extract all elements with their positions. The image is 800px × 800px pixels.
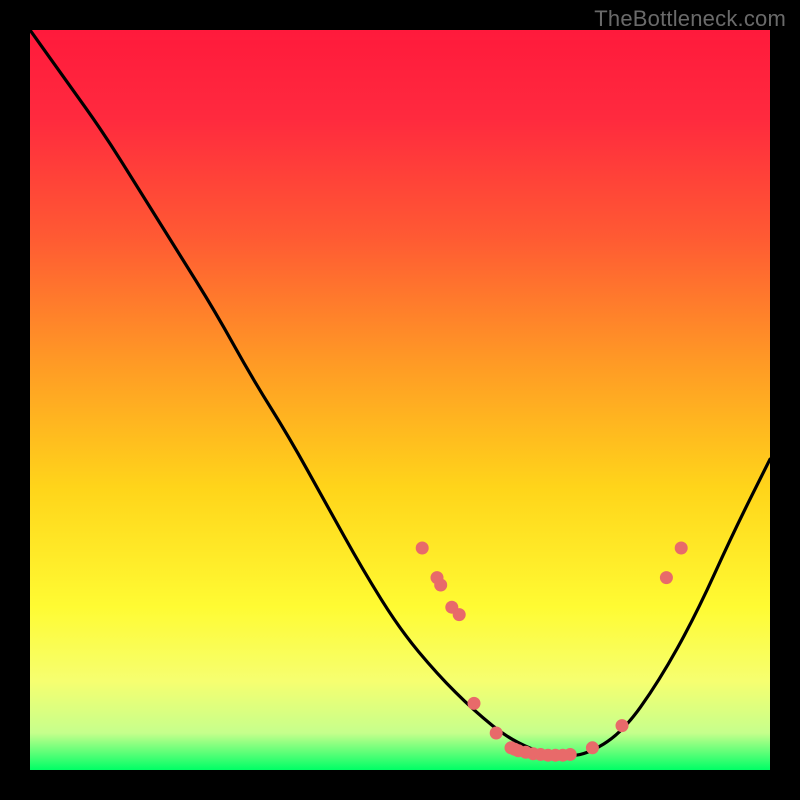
gradient-background [30, 30, 770, 770]
marker-point [453, 608, 466, 621]
marker-point [468, 697, 481, 710]
watermark-text: TheBottleneck.com [594, 6, 786, 32]
marker-point [564, 748, 577, 761]
plot-frame [30, 30, 770, 770]
marker-point [586, 741, 599, 754]
marker-point [490, 727, 503, 740]
marker-point [416, 542, 429, 555]
marker-point [434, 579, 447, 592]
chart-svg [30, 30, 770, 770]
marker-point [660, 571, 673, 584]
marker-point [675, 542, 688, 555]
marker-point [616, 719, 629, 732]
